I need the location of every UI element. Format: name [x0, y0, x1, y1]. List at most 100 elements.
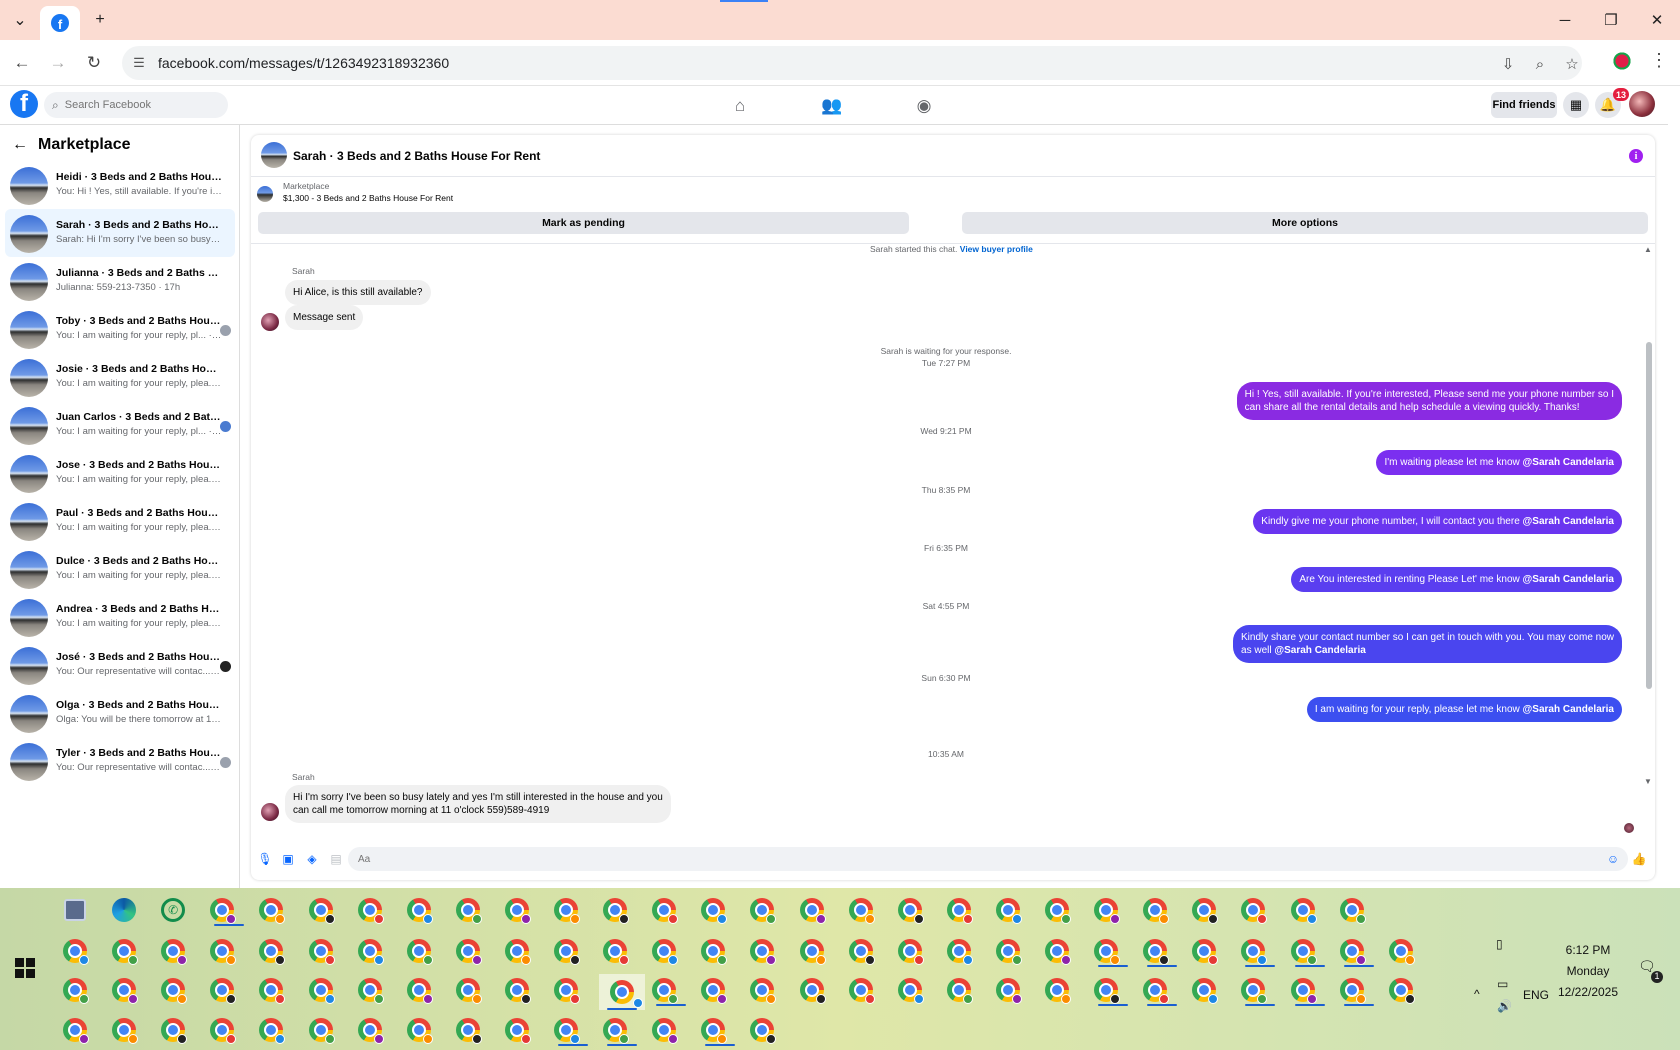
conversation-item[interactable]: Sarah · 3 Beds and 2 Baths House For Ren…	[5, 209, 235, 257]
chrome-app-icon[interactable]	[648, 974, 687, 1006]
chrome-app-icon[interactable]	[1287, 894, 1319, 926]
chrome-app-icon[interactable]	[894, 894, 926, 926]
groups-nav-icon[interactable]: ◉	[912, 94, 936, 118]
restore-button[interactable]: ❐	[1591, 8, 1631, 32]
chrome-app-icon[interactable]	[452, 974, 484, 1006]
chrome-app-icon[interactable]	[501, 894, 533, 926]
facebook-search[interactable]: ⌕	[44, 92, 228, 118]
chrome-app-icon[interactable]	[894, 974, 926, 1006]
chrome-app-icon[interactable]	[452, 894, 484, 926]
reload-button[interactable]: ↻	[82, 51, 106, 75]
chrome-app-icon[interactable]	[599, 1014, 638, 1046]
edge-browser-icon[interactable]	[108, 894, 140, 926]
show-hidden-icons-chevron-icon[interactable]: ^	[1474, 987, 1480, 1001]
chrome-app-icon[interactable]	[943, 974, 975, 1006]
meet-now-icon[interactable]: ▯	[1496, 937, 1503, 951]
chrome-app-icon[interactable]	[1385, 935, 1417, 967]
chrome-app-icon[interactable]	[550, 894, 582, 926]
gif-icon[interactable]: ▤	[328, 851, 344, 867]
chat-scrollbar[interactable]: ▲ ▼	[1643, 243, 1655, 788]
chrome-app-icon[interactable]	[845, 894, 877, 926]
message-input[interactable]	[348, 847, 1628, 871]
conversation-item[interactable]: Dulce · 3 Beds and 2 Baths House For Ren…	[5, 545, 235, 593]
back-arrow-icon[interactable]: ←	[12, 136, 28, 154]
scroll-thumb[interactable]	[1646, 342, 1652, 689]
chrome-app-icon[interactable]	[992, 935, 1024, 967]
chrome-app-icon[interactable]	[1336, 935, 1374, 967]
chrome-app-icon[interactable]	[354, 974, 386, 1006]
chrome-app-icon[interactable]	[1139, 974, 1178, 1006]
chrome-app-icon[interactable]	[255, 935, 287, 967]
chrome-app-icon[interactable]	[157, 935, 189, 967]
chrome-app-icon[interactable]	[648, 894, 680, 926]
chrome-app-icon[interactable]	[305, 935, 337, 967]
outgoing-message[interactable]: Hi ! Yes, still available. If you're int…	[1236, 382, 1622, 420]
bookmark-star-icon[interactable]: ☆	[1562, 54, 1582, 74]
sticker-icon[interactable]: ◈	[304, 851, 320, 867]
chrome-app-icon[interactable]	[1237, 894, 1269, 926]
outgoing-message[interactable]: Kindly give me your phone number, I will…	[1253, 509, 1622, 534]
chrome-app-icon[interactable]	[943, 894, 975, 926]
scroll-up-arrow-icon[interactable]: ▲	[1644, 245, 1652, 254]
page-scrollbar[interactable]	[1668, 86, 1680, 888]
chrome-app-icon[interactable]	[59, 974, 91, 1006]
site-info-icon[interactable]: ☰	[130, 54, 148, 72]
chrome-app-icon[interactable]	[403, 1014, 435, 1046]
listing-thumbnail[interactable]	[261, 142, 287, 168]
chrome-app-icon[interactable]	[108, 1014, 140, 1046]
chrome-app-icon[interactable]	[157, 974, 189, 1006]
chrome-app-icon[interactable]	[1188, 974, 1220, 1006]
chrome-app-icon[interactable]	[206, 974, 238, 1006]
chrome-app-icon[interactable]	[746, 935, 778, 967]
url-text[interactable]: facebook.com/messages/t/1263492318932360	[158, 55, 449, 71]
outgoing-message[interactable]: Kindly share your contact number so I ca…	[1233, 625, 1622, 663]
find-friends-button[interactable]: Find friends	[1491, 92, 1557, 118]
chrome-app-icon[interactable]	[305, 1014, 337, 1046]
conversation-item[interactable]: Tyler · 3 Beds and 2 Baths House For Ren…	[5, 737, 235, 785]
conversation-item[interactable]: Josie · 3 Beds and 2 Baths House For Ren…	[5, 353, 235, 401]
chrome-app-icon[interactable]	[1336, 974, 1374, 1006]
chrome-app-icon[interactable]	[1090, 894, 1122, 926]
chrome-app-icon[interactable]	[157, 1014, 189, 1046]
chrome-app-icon[interactable]	[746, 974, 778, 1006]
clock[interactable]: 6:12 PM Monday 12/22/2025	[1538, 940, 1638, 1003]
facebook-logo-icon[interactable]: f	[10, 90, 38, 118]
chrome-app-icon[interactable]	[550, 935, 582, 967]
file-explorer-icon[interactable]	[59, 894, 91, 926]
chrome-app-icon[interactable]	[1090, 974, 1129, 1006]
chrome-app-icon[interactable]	[354, 894, 386, 926]
incoming-message[interactable]: Hi I'm sorry I've been so busy lately an…	[285, 785, 671, 823]
conversation-item[interactable]: Toby · 3 Beds and 2 Baths House For Rent…	[5, 305, 235, 353]
chrome-app-icon[interactable]	[697, 935, 729, 967]
chrome-app-icon[interactable]	[697, 894, 729, 926]
mark-as-pending-button[interactable]: Mark as pending	[258, 212, 909, 234]
chrome-app-icon[interactable]	[206, 935, 238, 967]
menu-grid-icon[interactable]: ▦	[1563, 92, 1589, 118]
sender-avatar[interactable]	[261, 313, 279, 331]
more-options-button[interactable]: More options	[962, 212, 1648, 234]
chrome-app-icon[interactable]	[796, 935, 828, 967]
sender-avatar[interactable]	[261, 803, 279, 821]
chrome-app-icon[interactable]	[943, 935, 975, 967]
chrome-app-icon[interactable]	[452, 1014, 484, 1046]
back-button[interactable]: ←	[10, 51, 34, 75]
chrome-app-icon[interactable]	[1139, 894, 1171, 926]
chrome-app-icon[interactable]	[354, 935, 386, 967]
chrome-app-icon[interactable]	[599, 894, 631, 926]
chrome-app-icon[interactable]	[206, 894, 245, 926]
mention-tag[interactable]: @Sarah Candelaria	[1523, 704, 1614, 715]
chrome-app-icon[interactable]	[255, 1014, 287, 1046]
minimize-button[interactable]: ─	[1545, 8, 1585, 32]
chrome-app-icon[interactable]	[992, 894, 1024, 926]
chrome-app-icon[interactable]	[796, 894, 828, 926]
chrome-app-icon[interactable]	[452, 935, 484, 967]
windows-start-icon[interactable]	[15, 958, 35, 978]
chrome-app-icon[interactable]	[305, 974, 337, 1006]
address-bar[interactable]: ☰ facebook.com/messages/t/12634923189323…	[122, 46, 1582, 80]
conversation-item[interactable]: Jose · 3 Beds and 2 Baths House For Rent…	[5, 449, 235, 497]
search-input[interactable]	[64, 99, 215, 111]
tab-list-button[interactable]: ⌄	[8, 8, 32, 32]
whatsapp-icon[interactable]: ✆	[157, 894, 189, 926]
microphone-icon[interactable]: 🎙	[257, 851, 273, 867]
mention-tag[interactable]: @Sarah Candelaria	[1523, 574, 1614, 585]
